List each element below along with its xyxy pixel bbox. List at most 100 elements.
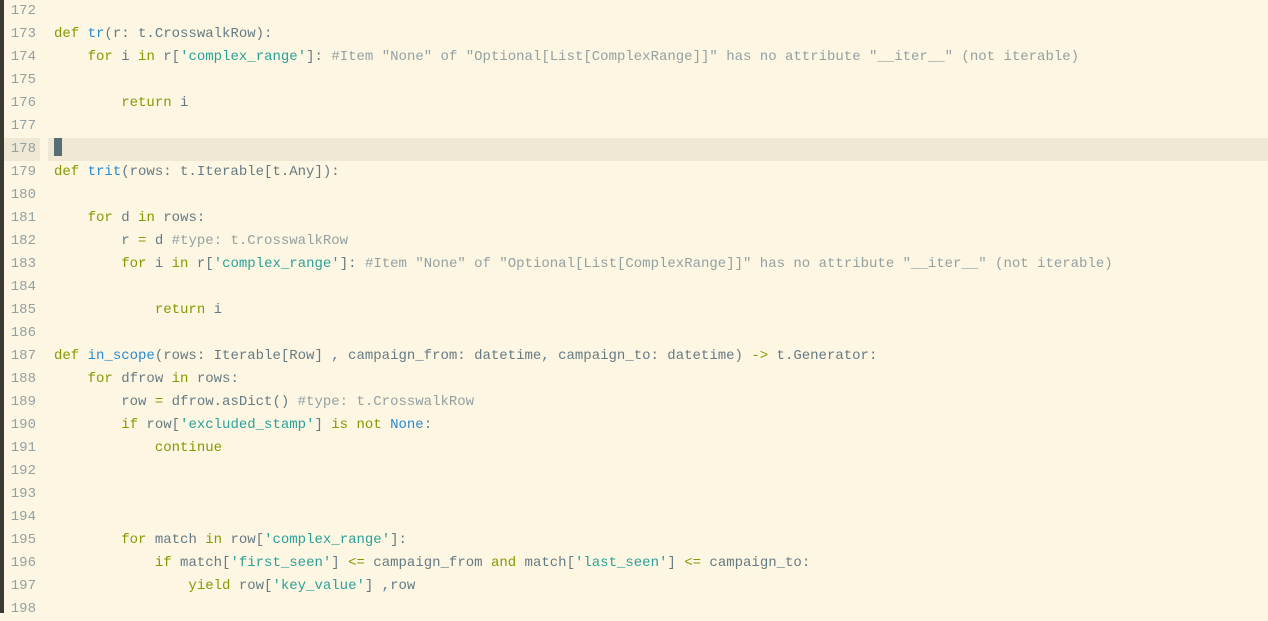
token-punc bbox=[54, 49, 88, 65]
token-kw: def bbox=[54, 164, 88, 180]
code-line[interactable]: r = d #type: t.CrosswalkRow bbox=[54, 230, 1268, 253]
token-punc bbox=[54, 440, 155, 456]
code-line[interactable] bbox=[54, 115, 1268, 138]
token-punc: ]: bbox=[340, 256, 365, 272]
line-number: 193 bbox=[4, 483, 40, 506]
token-punc: (r: t.CrosswalkRow): bbox=[104, 26, 272, 42]
token-punc: row[ bbox=[222, 532, 264, 548]
token-kw: yield bbox=[188, 578, 230, 594]
token-kw: in bbox=[138, 210, 155, 226]
token-punc: : bbox=[424, 417, 432, 433]
line-number: 187 bbox=[4, 345, 40, 368]
line-number: 198 bbox=[4, 598, 40, 621]
code-line[interactable] bbox=[54, 322, 1268, 345]
token-punc: campaign_to: bbox=[701, 555, 810, 571]
token-punc bbox=[54, 371, 88, 387]
token-cmt: #type: t.CrosswalkRow bbox=[172, 233, 348, 249]
token-punc: ] ,row bbox=[365, 578, 415, 594]
line-number: 172 bbox=[4, 0, 40, 23]
code-line[interactable]: if match['first_seen'] <= campaign_from … bbox=[54, 552, 1268, 575]
token-kw: continue bbox=[155, 440, 222, 456]
token-kw: if bbox=[121, 417, 138, 433]
token-punc: row bbox=[54, 394, 155, 410]
code-line[interactable]: return i bbox=[54, 299, 1268, 322]
token-punc: match bbox=[146, 532, 205, 548]
token-kw: -> bbox=[751, 348, 768, 364]
token-punc bbox=[54, 95, 121, 111]
code-area[interactable]: def tr(r: t.CrosswalkRow): for i in r['c… bbox=[48, 0, 1268, 613]
token-kw: and bbox=[491, 555, 516, 571]
line-number: 180 bbox=[4, 184, 40, 207]
code-editor[interactable]: 1721731741751761771781791801811821831841… bbox=[0, 0, 1268, 613]
code-line[interactable] bbox=[54, 483, 1268, 506]
token-punc bbox=[54, 210, 88, 226]
token-punc: r[ bbox=[188, 256, 213, 272]
code-line[interactable]: yield row['key_value'] ,row bbox=[54, 575, 1268, 598]
token-kw: <= bbox=[684, 555, 701, 571]
line-number: 177 bbox=[4, 115, 40, 138]
token-kw: = bbox=[155, 394, 163, 410]
line-number: 179 bbox=[4, 161, 40, 184]
token-str: 'key_value' bbox=[272, 578, 364, 594]
code-line[interactable]: for i in r['complex_range']: #Item "None… bbox=[54, 253, 1268, 276]
token-punc: rows: bbox=[188, 371, 238, 387]
line-number: 183 bbox=[4, 253, 40, 276]
code-line[interactable]: if row['excluded_stamp'] is not None: bbox=[54, 414, 1268, 437]
code-line[interactable]: return i bbox=[54, 92, 1268, 115]
token-kw: for bbox=[88, 210, 113, 226]
token-punc: row[ bbox=[230, 578, 272, 594]
code-line[interactable] bbox=[54, 276, 1268, 299]
token-str: 'last_seen' bbox=[575, 555, 667, 571]
token-fn: trit bbox=[88, 164, 122, 180]
token-str: 'first_seen' bbox=[230, 555, 331, 571]
token-punc: r bbox=[54, 233, 138, 249]
token-str: 'complex_range' bbox=[214, 256, 340, 272]
token-kw: in bbox=[205, 532, 222, 548]
line-number: 192 bbox=[4, 460, 40, 483]
line-number: 176 bbox=[4, 92, 40, 115]
token-kw: for bbox=[88, 49, 113, 65]
token-punc: i bbox=[205, 302, 222, 318]
code-line[interactable] bbox=[54, 460, 1268, 483]
line-number: 182 bbox=[4, 230, 40, 253]
token-str: 'excluded_stamp' bbox=[180, 417, 314, 433]
token-kw: for bbox=[121, 532, 146, 548]
line-number: 174 bbox=[4, 46, 40, 69]
token-punc: ] bbox=[314, 417, 331, 433]
token-punc bbox=[54, 578, 188, 594]
code-line[interactable] bbox=[54, 69, 1268, 92]
text-cursor bbox=[54, 138, 62, 156]
token-punc: d bbox=[146, 233, 171, 249]
token-kw: for bbox=[88, 371, 113, 387]
code-line[interactable] bbox=[54, 598, 1268, 621]
line-number: 196 bbox=[4, 552, 40, 575]
token-punc bbox=[54, 256, 121, 272]
line-number: 175 bbox=[4, 69, 40, 92]
token-punc: d bbox=[113, 210, 138, 226]
code-line[interactable]: for match in row['complex_range']: bbox=[54, 529, 1268, 552]
token-punc: i bbox=[113, 49, 138, 65]
line-number: 189 bbox=[4, 391, 40, 414]
token-punc: dfrow bbox=[113, 371, 172, 387]
token-punc: match[ bbox=[172, 555, 231, 571]
code-line[interactable] bbox=[54, 184, 1268, 207]
code-line[interactable]: for i in r['complex_range']: #Item "None… bbox=[54, 46, 1268, 69]
token-fn: tr bbox=[88, 26, 105, 42]
line-number: 195 bbox=[4, 529, 40, 552]
code-line[interactable] bbox=[54, 506, 1268, 529]
code-line[interactable] bbox=[54, 0, 1268, 23]
token-punc: row[ bbox=[138, 417, 180, 433]
code-line[interactable]: def trit(rows: t.Iterable[t.Any]): bbox=[54, 161, 1268, 184]
token-punc: t.Generator: bbox=[768, 348, 877, 364]
code-line[interactable] bbox=[48, 138, 1268, 161]
token-punc bbox=[54, 302, 155, 318]
line-number: 188 bbox=[4, 368, 40, 391]
code-line[interactable]: for d in rows: bbox=[54, 207, 1268, 230]
code-line[interactable]: for dfrow in rows: bbox=[54, 368, 1268, 391]
token-cmt: #type: t.CrosswalkRow bbox=[298, 394, 474, 410]
token-cmt: #Item "None" of "Optional[List[ComplexRa… bbox=[331, 49, 1079, 65]
code-line[interactable]: def in_scope(rows: Iterable[Row] , campa… bbox=[54, 345, 1268, 368]
code-line[interactable]: row = dfrow.asDict() #type: t.CrosswalkR… bbox=[54, 391, 1268, 414]
code-line[interactable]: continue bbox=[54, 437, 1268, 460]
code-line[interactable]: def tr(r: t.CrosswalkRow): bbox=[54, 23, 1268, 46]
